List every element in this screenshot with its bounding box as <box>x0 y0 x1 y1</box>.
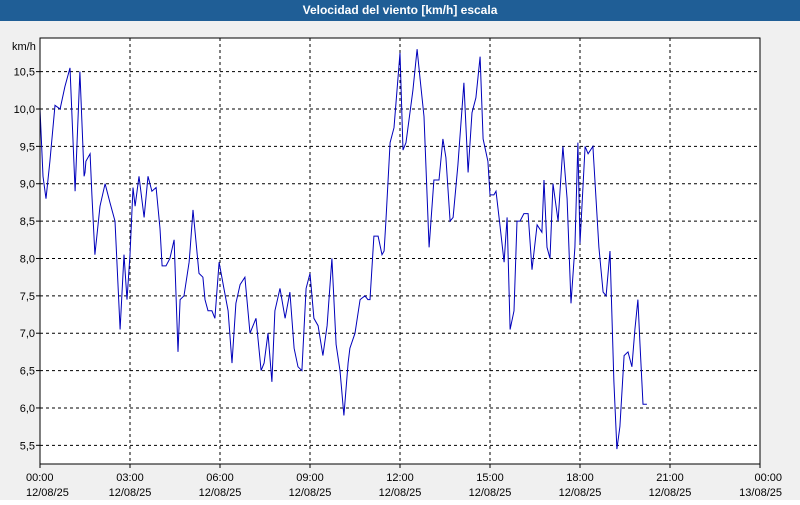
x-tick-time-label: 15:00 <box>476 472 504 484</box>
x-tick-date-label: 12/08/25 <box>649 487 692 499</box>
y-tick-label: 8,0 <box>20 253 35 265</box>
y-tick-label: 7,5 <box>20 291 35 303</box>
y-axis-unit-label: km/h <box>12 41 36 53</box>
wind-speed-chart: 10,5 10,0 9,5 9,0 8,5 8,0 7,5 7,0 6,5 6,0 5,5 00:00… <box>12 37 782 499</box>
y-tick-label: 10,5 <box>14 67 35 79</box>
y-tick-label: 10,0 <box>14 104 35 116</box>
y-tick-label: 9,0 <box>20 179 35 191</box>
y-tick-label: 5,5 <box>20 440 35 452</box>
x-tick-date-label: 12/08/25 <box>199 487 242 499</box>
y-tick-label: 6,5 <box>20 366 35 378</box>
y-tick-label: 8,5 <box>20 216 35 228</box>
x-tick-date-label: 13/08/25 <box>739 487 782 499</box>
x-tick-date-label: 12/08/25 <box>379 487 422 499</box>
x-tick-time-label: 09:00 <box>296 472 324 484</box>
x-tick-time-label: 03:00 <box>116 472 144 484</box>
x-tick-date-label: 12/08/25 <box>469 487 512 499</box>
x-tick-time-label: 00:00 <box>754 472 782 484</box>
y-tick-label: 9,5 <box>20 141 35 153</box>
y-tick-label: 6,0 <box>20 403 35 415</box>
chart-area: 10,5 10,0 9,5 9,0 8,5 8,0 7,5 7,0 6,5 6,0 5,5 00:00… <box>0 21 800 500</box>
x-tick-time-label: 00:00 <box>26 472 54 484</box>
y-tick-label: 7,0 <box>20 328 35 340</box>
x-tick-date-label: 12/08/25 <box>559 487 602 499</box>
x-tick-time-label: 18:00 <box>566 472 594 484</box>
x-tick-date-label: 12/08/25 <box>26 487 69 499</box>
x-tick-date-label: 12/08/25 <box>289 487 332 499</box>
chart-title: Velocidad del viento [km/h] escala <box>0 0 800 21</box>
x-tick-time-label: 06:00 <box>206 472 234 484</box>
x-tick-date-label: 12/08/25 <box>109 487 152 499</box>
x-tick-time-label: 21:00 <box>656 472 684 484</box>
x-tick-time-label: 12:00 <box>386 472 414 484</box>
